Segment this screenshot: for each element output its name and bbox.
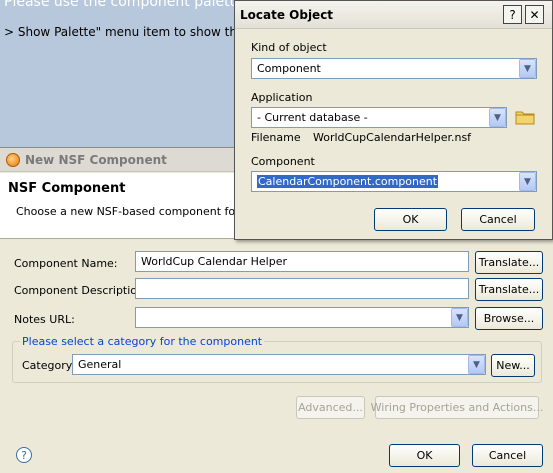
- locate-ok-button[interactable]: OK: [374, 208, 447, 231]
- kind-of-object-select[interactable]: Component: [251, 58, 537, 79]
- filename-label: Filename: [251, 131, 301, 144]
- nsf-dialog-title: New NSF Component: [25, 153, 167, 167]
- wiring-properties-button[interactable]: Wiring Properties and Actions...: [371, 396, 543, 419]
- component-description-label: Component Description:: [14, 284, 148, 297]
- component-select[interactable]: CalendarComponent.component: [251, 171, 537, 192]
- close-icon[interactable]: ✕: [525, 5, 544, 24]
- category-select[interactable]: General: [72, 354, 486, 375]
- nsf-description: Choose a new NSF-based component for use: [16, 205, 263, 218]
- category-group-legend: Please select a category for the compone…: [20, 335, 265, 348]
- chevron-down-icon[interactable]: ▼: [451, 308, 468, 327]
- locate-object-dialog: Locate Object ? ✕ Kind of object Compone…: [234, 0, 553, 240]
- locate-cancel-button[interactable]: Cancel: [461, 208, 535, 231]
- chevron-down-icon[interactable]: ▼: [489, 108, 506, 127]
- nsf-cancel-button[interactable]: Cancel: [472, 444, 543, 467]
- translate-name-button[interactable]: Translate...: [475, 251, 543, 274]
- kind-of-object-label: Kind of object: [251, 41, 327, 54]
- component-select-value: CalendarComponent.component: [257, 175, 439, 188]
- palette-instruction-line2: > Show Palette" menu item to show the: [4, 25, 245, 39]
- filename-value: WorldCupCalendarHelper.nsf: [313, 131, 472, 144]
- help-icon[interactable]: ?: [16, 447, 32, 463]
- application-label: Application: [251, 91, 313, 104]
- component-description-input[interactable]: [135, 278, 469, 299]
- advanced-button[interactable]: Advanced...: [296, 396, 365, 419]
- nsf-ok-button[interactable]: OK: [389, 444, 460, 467]
- application-select[interactable]: - Current database -: [251, 107, 507, 128]
- component-name-input[interactable]: WorldCup Calendar Helper: [135, 251, 469, 272]
- locate-dialog-title: Locate Object: [240, 8, 334, 22]
- category-label: Category: [22, 359, 73, 372]
- component-name-label: Component Name:: [14, 257, 118, 270]
- new-category-button[interactable]: New...: [491, 354, 535, 377]
- nsf-heading: NSF Component: [8, 181, 126, 196]
- component-label: Component: [251, 155, 315, 168]
- palette-instruction-line1: Please use the component palette: [4, 0, 244, 10]
- chevron-down-icon[interactable]: ▼: [519, 59, 536, 78]
- locate-dialog-titlebar: Locate Object ? ✕: [235, 1, 552, 29]
- component-icon: [6, 153, 20, 167]
- chevron-down-icon[interactable]: ▼: [468, 355, 485, 374]
- notes-url-label: Notes URL:: [14, 313, 75, 326]
- help-icon[interactable]: ?: [503, 5, 522, 24]
- browse-button[interactable]: Browse...: [475, 307, 543, 330]
- translate-description-button[interactable]: Translate...: [475, 278, 543, 301]
- notes-url-input[interactable]: [135, 307, 469, 328]
- folder-icon[interactable]: [515, 109, 535, 125]
- chevron-down-icon[interactable]: ▼: [519, 172, 536, 191]
